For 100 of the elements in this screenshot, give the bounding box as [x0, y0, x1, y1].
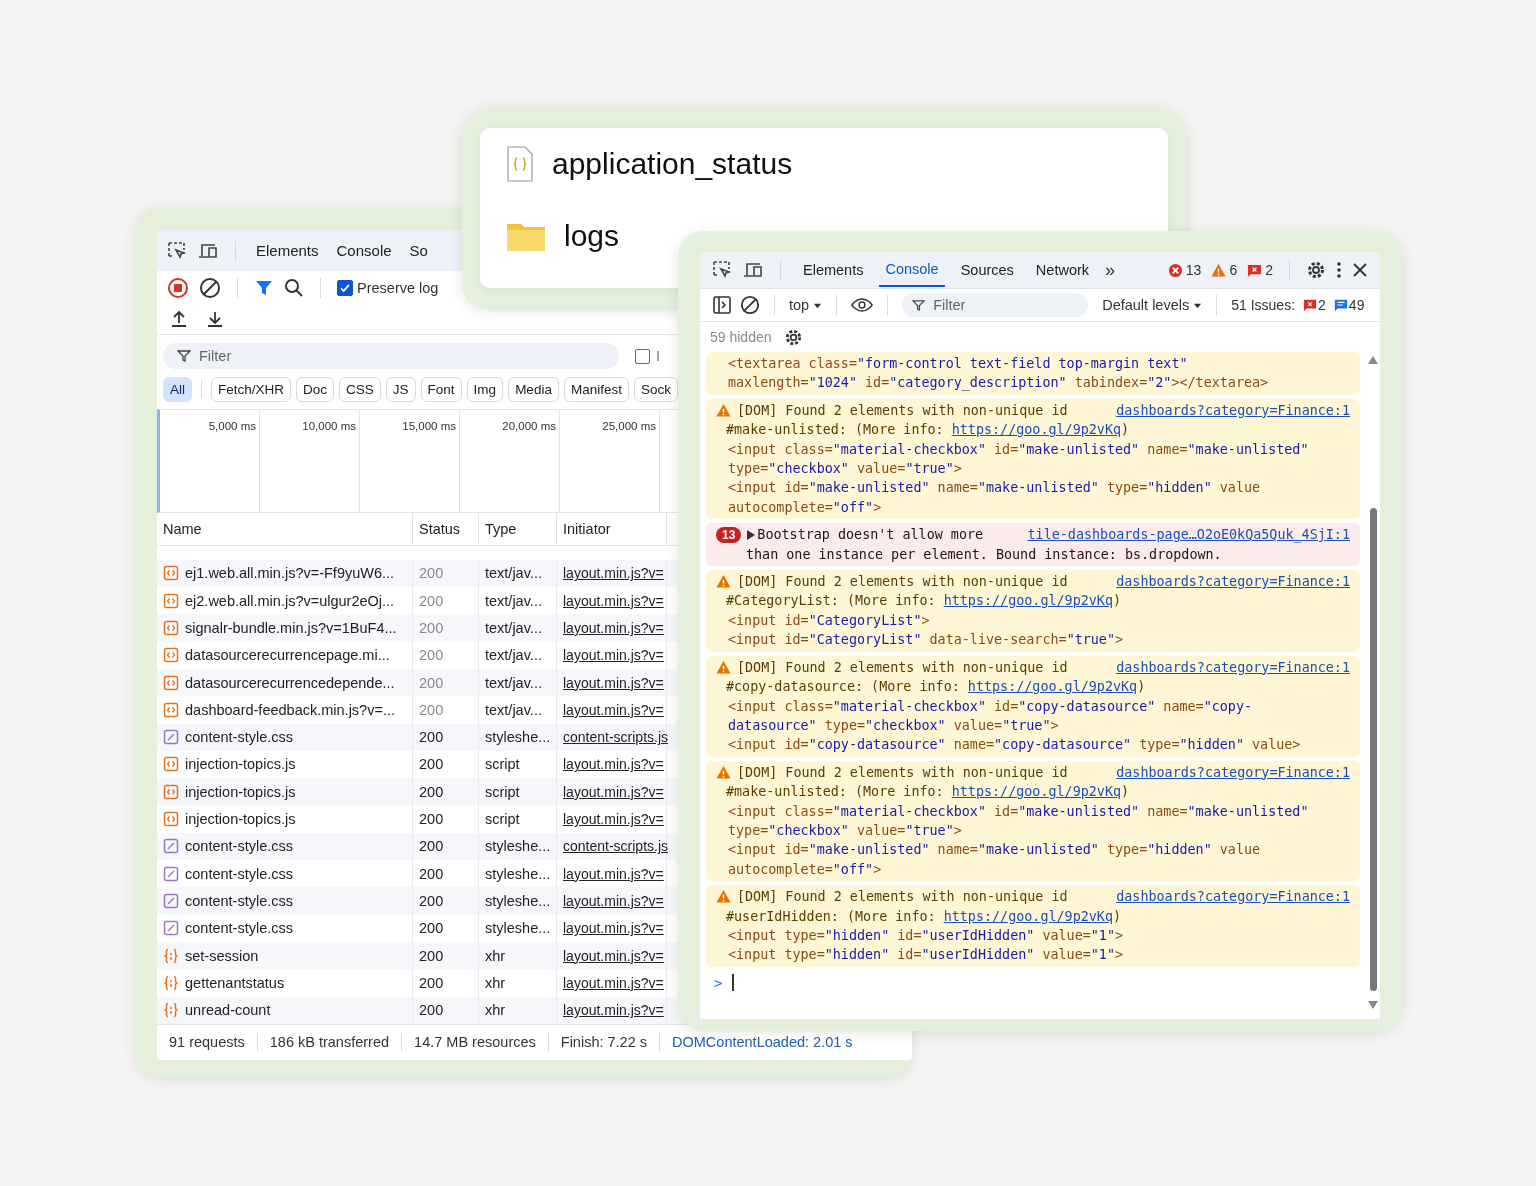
error-count[interactable]: 13 [1185, 262, 1202, 278]
sidebar-icon[interactable] [712, 295, 732, 315]
initiator-link[interactable]: content-scripts.js [563, 838, 669, 855]
clear-icon[interactable] [199, 276, 221, 299]
more-info-link[interactable]: https://goo.gl/9p2vKq [951, 422, 1122, 438]
search-icon[interactable] [284, 277, 304, 298]
panel-tab[interactable]: Elements [797, 254, 870, 286]
close-icon[interactable] [1352, 262, 1368, 278]
file-name[interactable]: application_status [552, 147, 793, 181]
column-header[interactable]: Initiator [557, 512, 667, 545]
initiator-link[interactable]: layout.min.js?v= [563, 947, 664, 964]
initiator-link[interactable]: layout.min.js?v= [563, 701, 664, 718]
initiator-link[interactable]: layout.min.js?v= [563, 565, 664, 582]
status-code: 200 [419, 1002, 444, 1019]
more-info-link[interactable]: https://goo.gl/9p2vKq [943, 593, 1113, 609]
source-link[interactable]: dashboards?category=Finance:1 [1116, 762, 1350, 783]
request-name[interactable]: unread-count [185, 1002, 271, 1019]
request-name[interactable]: dashboard-feedback.min.js?v=... [185, 701, 395, 718]
script-file-icon [163, 811, 179, 828]
issue-error-count[interactable]: 2 [1318, 297, 1326, 313]
request-name[interactable]: injection-topics.js [185, 783, 296, 800]
panel-tab[interactable]: Network [1029, 254, 1096, 286]
initiator-link[interactable]: layout.min.js?v= [563, 647, 664, 664]
more-info-link[interactable]: https://goo.gl/9p2vKq [951, 784, 1122, 800]
type-filter-chip[interactable]: JS [385, 376, 416, 402]
type-filter-chip[interactable]: All [163, 376, 192, 402]
scroll-up-icon[interactable] [1368, 356, 1378, 364]
initiator-link[interactable]: layout.min.js?v= [563, 620, 664, 636]
column-header[interactable]: Status [413, 512, 479, 545]
request-name[interactable]: gettenantstatus [185, 974, 285, 991]
issue-count[interactable]: 2 [1265, 262, 1273, 278]
upload-icon[interactable] [169, 308, 189, 329]
filter-field[interactable]: Filter [902, 293, 1089, 317]
request-name[interactable]: ej2.web.all.min.js?v=ulgur2eOj... [185, 592, 395, 609]
file-name[interactable]: logs [564, 219, 620, 253]
request-name[interactable]: content-style.css [185, 838, 293, 855]
expand-icon[interactable] [747, 529, 756, 540]
levels-dropdown[interactable]: Default levels [1102, 297, 1203, 313]
type-filter-chip[interactable]: Sock [633, 376, 678, 402]
column-header[interactable]: Name [157, 512, 413, 545]
request-name[interactable]: injection-topics.js [185, 756, 296, 773]
request-name[interactable]: content-style.css [185, 892, 293, 909]
panel-tab[interactable]: Console [332, 242, 396, 260]
type-filter-chip[interactable]: Img [466, 376, 504, 402]
request-name[interactable]: datasourcerecurrencedepende... [185, 674, 395, 691]
scroll-down-icon[interactable] [1368, 1001, 1378, 1009]
settings-icon[interactable] [1306, 260, 1326, 280]
inspect-icon[interactable] [167, 240, 187, 261]
context-dropdown[interactable]: top [789, 297, 823, 313]
settings-icon[interactable] [783, 327, 803, 347]
initiator-link[interactable]: content-scripts.js [563, 729, 669, 746]
type-filter-chip[interactable]: Font [420, 376, 462, 402]
request-name[interactable]: content-style.css [185, 865, 293, 882]
initiator-link[interactable]: layout.min.js?v= [563, 592, 664, 609]
more-info-link[interactable]: https://goo.gl/9p2vKq [943, 908, 1113, 924]
initiator-link[interactable]: layout.min.js?v= [563, 756, 664, 773]
request-name[interactable]: injection-topics.js [185, 811, 296, 828]
request-name[interactable]: set-session [185, 947, 259, 964]
panel-tab[interactable]: So [405, 242, 432, 260]
initiator-link[interactable]: layout.min.js?v= [563, 783, 664, 800]
issues-label[interactable]: 51 Issues: [1231, 297, 1296, 313]
source-link[interactable]: tile-dashboards-page…O2oE0kQa5Quk_4SjI:1 [1027, 525, 1350, 545]
inspect-icon[interactable] [712, 260, 732, 280]
column-header[interactable]: Type [479, 512, 557, 545]
panel-tab[interactable]: Console [879, 253, 945, 287]
request-name[interactable]: content-style.css [185, 920, 293, 937]
more-tabs-button[interactable]: » [1105, 259, 1116, 281]
initiator-link[interactable]: layout.min.js?v= [563, 1002, 664, 1019]
warning-count[interactable]: 6 [1229, 262, 1238, 278]
type-filter-chip[interactable]: CSS [339, 376, 381, 402]
invert-checkbox[interactable] [635, 348, 650, 364]
initiator-link[interactable]: layout.min.js?v= [563, 865, 664, 882]
request-name[interactable]: signalr-bundle.min.js?v=1BuF4... [185, 620, 397, 636]
more-options-icon[interactable] [1336, 260, 1342, 280]
initiator-link[interactable]: layout.min.js?v= [563, 974, 664, 991]
panel-tab[interactable]: Elements [252, 242, 323, 260]
clear-icon[interactable] [740, 295, 760, 315]
more-info-link[interactable]: https://goo.gl/9p2vKq [967, 679, 1138, 695]
initiator-link[interactable]: layout.min.js?v= [563, 674, 664, 691]
initiator-link[interactable]: layout.min.js?v= [563, 920, 664, 937]
issue-info-count[interactable]: 49 [1348, 297, 1365, 313]
initiator-link[interactable]: layout.min.js?v= [563, 811, 664, 828]
filter-field[interactable]: Filter [163, 343, 619, 370]
source-link[interactable]: dashboards?category=Finance:1 [1116, 887, 1350, 907]
source-link[interactable]: dashboards?category=Finance:1 [1116, 657, 1350, 678]
initiator-link[interactable]: layout.min.js?v= [563, 892, 664, 909]
request-name[interactable]: content-style.css [185, 729, 293, 746]
request-name[interactable]: datasourcerecurrencepage.mi... [185, 647, 390, 664]
panel-tab[interactable]: Sources [954, 254, 1020, 286]
request-name[interactable]: ej1.web.all.min.js?v=-Ff9yuW6... [185, 565, 395, 582]
type-filter-chip[interactable]: Manifest [563, 376, 629, 402]
type-filter-chip[interactable]: Doc [296, 376, 335, 402]
record-icon[interactable] [167, 276, 189, 299]
type-filter-chip[interactable]: Media [508, 376, 559, 402]
type-filter-chip[interactable]: Fetch/XHR [211, 376, 292, 402]
device-icon[interactable] [742, 260, 764, 280]
source-link[interactable]: dashboards?category=Finance:1 [1116, 400, 1350, 421]
eye-icon[interactable] [851, 297, 874, 313]
source-link[interactable]: dashboards?category=Finance:1 [1116, 572, 1350, 592]
preserve-log-checkbox[interactable] [337, 279, 353, 296]
